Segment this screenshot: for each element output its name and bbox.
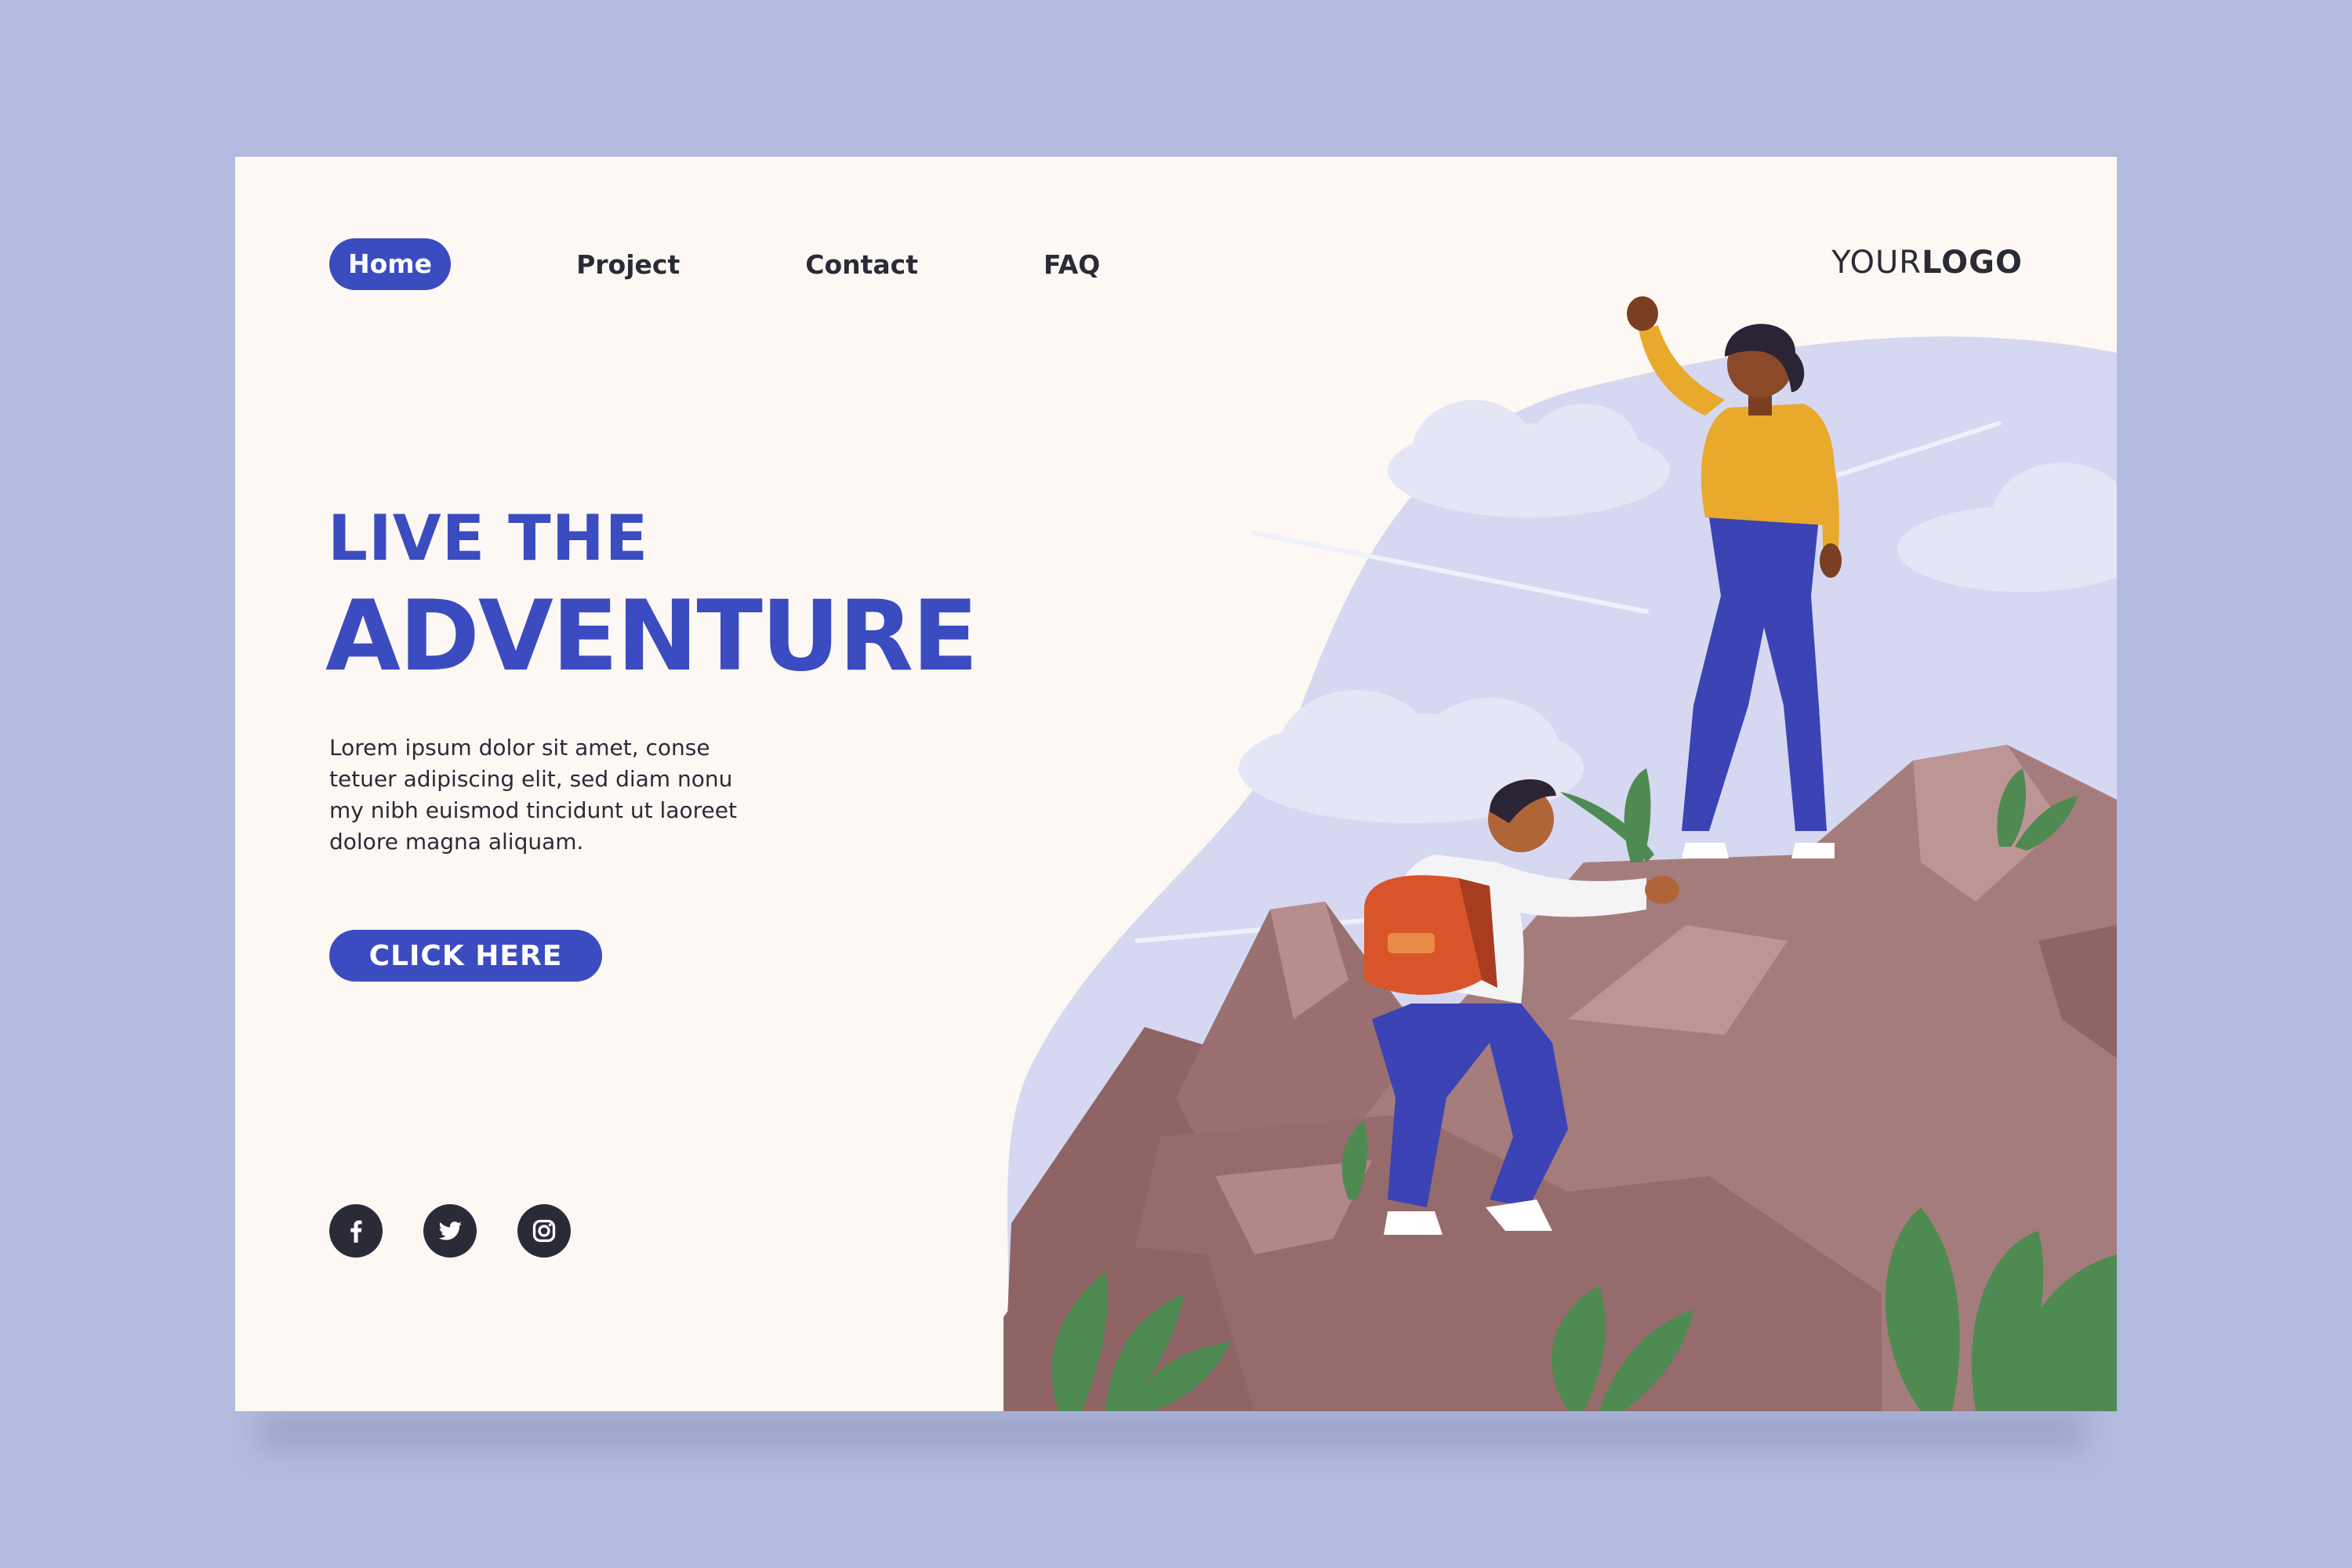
hero-body-text: Lorem ipsum dolor sit amet, conse tetuer… [329,735,737,855]
headline-line2: ADVENTURE [325,580,978,693]
twitter-icon[interactable] [423,1204,477,1258]
landing-page: Home Project Contact FAQ YOURLOGO LIVE T… [235,157,2117,1411]
logo-bold-text: LOGO [1922,245,2023,281]
page-shadow [259,1411,2085,1450]
headline-line1: LIVE THE [328,502,649,575]
nav-home[interactable]: Home [329,238,452,290]
nav-faq[interactable]: FAQ [1044,249,1100,280]
brand-logo[interactable]: YOURLOGO [1831,245,2023,281]
instagram-icon[interactable] [517,1204,571,1258]
logo-light-text: YOUR [1831,245,1922,281]
click-here-button[interactable]: CLICK HERE [329,930,602,982]
facebook-icon[interactable] [329,1204,383,1258]
social-links [329,1204,571,1258]
nav-contact[interactable]: Contact [805,249,918,280]
main-nav: Home Project Contact FAQ [329,238,1100,290]
nav-project[interactable]: Project [576,249,680,280]
